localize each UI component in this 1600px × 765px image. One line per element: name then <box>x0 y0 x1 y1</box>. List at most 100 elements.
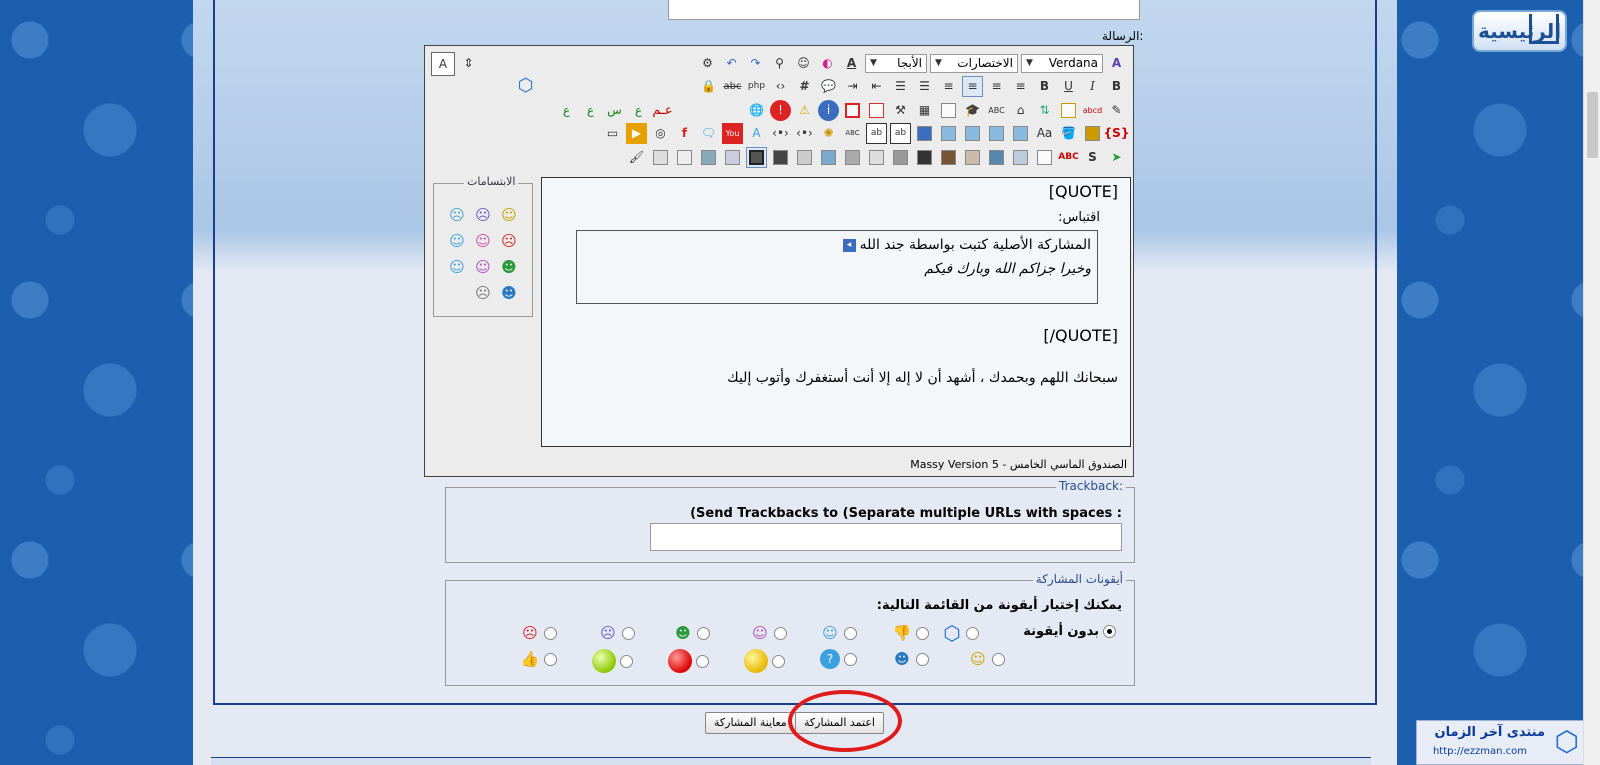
brush-icon[interactable]: 🖌 <box>626 147 647 168</box>
frame-style-12-icon[interactable] <box>746 146 767 168</box>
graduation-icon[interactable]: 🎓 <box>962 100 983 121</box>
smile-icon[interactable]: ☺ <box>500 206 518 224</box>
radio-laugh[interactable] <box>774 626 787 640</box>
underline-icon[interactable]: U <box>1058 76 1079 97</box>
font-size-icon[interactable]: Aa <box>1034 123 1055 144</box>
picture-3-icon[interactable] <box>962 123 983 144</box>
post-icon-smile[interactable]: ☺ <box>968 649 1005 669</box>
info-icon[interactable]: i <box>818 99 839 121</box>
radio-wink[interactable] <box>844 626 857 640</box>
frame-style-3-icon[interactable] <box>962 147 983 168</box>
italic-icon[interactable]: I <box>1082 76 1103 97</box>
image-frame-icon[interactable] <box>1082 123 1103 144</box>
tongue-icon[interactable]: ☺ <box>474 232 492 250</box>
frame-style-14-icon[interactable] <box>698 147 719 168</box>
chat-icon[interactable]: 🗨 <box>698 123 719 144</box>
document-icon[interactable] <box>866 100 887 121</box>
post-icon-wink[interactable]: ☺ <box>820 623 857 643</box>
post-icon-green-circle[interactable] <box>592 649 633 673</box>
hash-icon[interactable]: # <box>794 76 815 97</box>
post-icon-none[interactable]: بدون أيقونة <box>1023 624 1116 639</box>
letter-ain-2-icon[interactable]: ع <box>556 100 577 121</box>
post-icon-grin[interactable]: ☻ <box>673 623 710 643</box>
frame-style-11-icon[interactable] <box>770 147 791 168</box>
message-textarea[interactable]: [QUOTE] اقتباس: المشاركة الأصلية كتبت بو… <box>541 177 1131 447</box>
radio-hexagon[interactable] <box>966 626 979 640</box>
switch-mode-icon[interactable]: A <box>431 52 455 76</box>
globe-icon[interactable]: 🌐 <box>746 100 767 121</box>
forum-logo[interactable]: منتدى آخر الزمان http://ezzman.com ⬡ <box>1416 720 1586 765</box>
radio-grin[interactable] <box>697 626 710 640</box>
radio-cool[interactable] <box>916 652 929 666</box>
trackback-input[interactable] <box>650 523 1122 551</box>
media-play-icon[interactable]: ▶ <box>626 122 647 144</box>
smiley-icon[interactable]: ☺ <box>793 53 814 74</box>
frame-style-8-icon[interactable] <box>842 147 863 168</box>
frame-icon[interactable] <box>1058 100 1079 121</box>
abc-box-icon[interactable]: ABC <box>842 123 863 144</box>
align-left-icon[interactable]: ≡ <box>962 75 983 97</box>
ab-box-icon[interactable]: ab <box>890 122 911 144</box>
remove-format-icon[interactable]: A <box>1106 53 1127 74</box>
resize-arrows-icon[interactable]: ⇕ <box>458 52 479 73</box>
abc-123-icon[interactable]: ABC <box>986 100 1007 121</box>
bold-icon[interactable]: B <box>1106 76 1127 97</box>
outdent-icon[interactable]: ⇤ <box>866 76 887 97</box>
color-wheel-icon[interactable]: ◐ <box>817 53 838 74</box>
radio-sad[interactable] <box>622 626 635 640</box>
shortcuts-select[interactable]: ▼ الاختصارات <box>930 53 1018 73</box>
horizontal-rule-icon[interactable]: ▭ <box>602 123 623 144</box>
mosque-icon[interactable]: ⌂ <box>1010 100 1031 121</box>
picture-icon[interactable] <box>1010 123 1031 144</box>
glow-text-icon[interactable]: A <box>746 123 767 144</box>
frame-style-4-icon[interactable] <box>938 147 959 168</box>
radio-green-circle[interactable] <box>620 654 633 668</box>
font-name-select[interactable]: ▼ Verdana <box>1021 53 1103 73</box>
letter-ghain-icon[interactable]: ع <box>628 100 649 121</box>
frame-style-7-icon[interactable] <box>866 147 887 168</box>
php-icon[interactable]: php <box>746 76 767 97</box>
vertical-scrollbar[interactable] <box>1583 0 1600 765</box>
post-icon-question[interactable]: ? <box>820 649 857 669</box>
frame-style-2-icon[interactable] <box>986 147 1007 168</box>
radio-thumbs-up[interactable] <box>544 652 557 666</box>
bold-alt-icon[interactable]: B <box>1034 76 1055 97</box>
scrollbar-thumb[interactable] <box>1587 92 1598 158</box>
code-icon[interactable]: ‹› <box>770 76 791 97</box>
radio-red-circle[interactable] <box>696 654 709 668</box>
picture-2-icon[interactable] <box>986 123 1007 144</box>
frame-style-9-icon[interactable] <box>818 147 839 168</box>
abjad-select[interactable]: ▼ الأبجا <box>865 53 927 73</box>
home-button[interactable]: الرئيسية <box>1472 10 1567 52</box>
eek-icon[interactable]: ☹ <box>474 284 492 302</box>
confused-icon[interactable]: ☹ <box>448 206 466 224</box>
radio-angry[interactable] <box>544 626 557 640</box>
radio-smile[interactable] <box>992 652 1005 666</box>
wand-icon[interactable]: ⚒ <box>890 100 911 121</box>
post-icon-angry[interactable]: ☹ <box>520 623 557 643</box>
laugh-icon[interactable]: ☺ <box>474 258 492 276</box>
ordered-list-icon[interactable]: ☰ <box>914 76 935 97</box>
indent-icon[interactable]: ⇥ <box>842 76 863 97</box>
frame-style-5-icon[interactable] <box>914 147 935 168</box>
hexagon-icon[interactable]: ⬡ <box>515 75 536 96</box>
stop-icon[interactable]: ! <box>770 99 791 121</box>
align-right-icon[interactable]: ≡ <box>1010 76 1031 97</box>
pointer-icon[interactable]: ➤ <box>1106 147 1127 168</box>
frame-style-15-icon[interactable] <box>674 147 695 168</box>
paint-bucket-icon[interactable]: 🪣 <box>1058 123 1079 144</box>
bracket-s-icon[interactable]: {S} <box>1104 123 1130 144</box>
post-icon-thumbs-up[interactable]: 👍 <box>520 649 557 669</box>
sparkle-icon[interactable]: ✺ <box>818 123 839 144</box>
marquee-left-icon[interactable]: ‹•› <box>794 123 815 144</box>
post-icon-thumbs-down[interactable]: 👎 <box>892 623 929 643</box>
post-icon-sad[interactable]: ☹ <box>598 623 635 643</box>
cool-icon[interactable]: ☻ <box>500 284 518 302</box>
post-icon-yellow-circle[interactable] <box>744 649 785 673</box>
frame-style-10-icon[interactable] <box>794 147 815 168</box>
marquee-right-icon[interactable]: ‹•› <box>770 123 791 144</box>
align-center-icon[interactable]: ≡ <box>986 76 1007 97</box>
letter-ain-icon[interactable]: ع <box>580 100 601 121</box>
page-icon[interactable] <box>938 100 959 121</box>
font-color-icon[interactable]: A <box>841 53 862 74</box>
